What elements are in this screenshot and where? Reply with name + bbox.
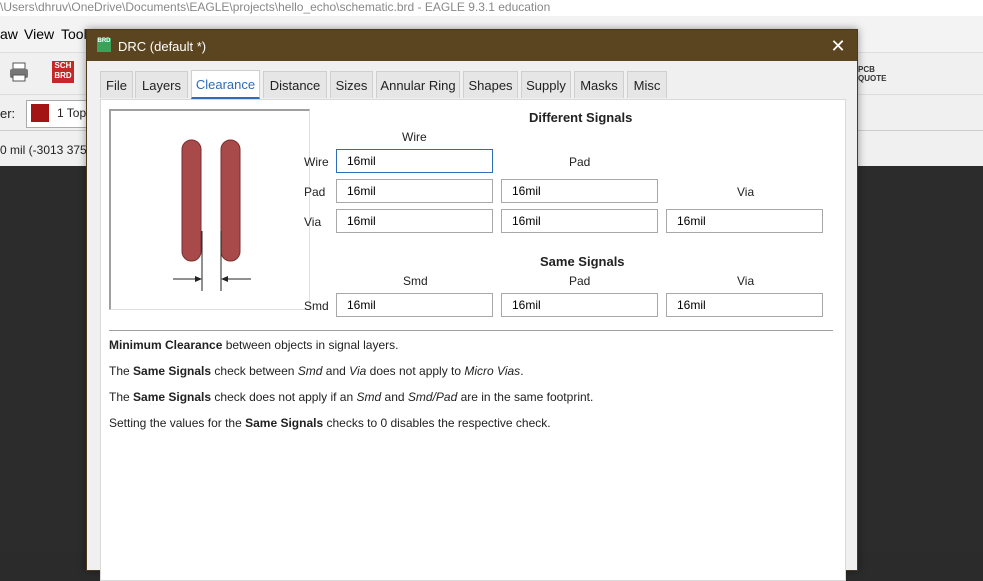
clearance-via-wire-input[interactable] — [336, 209, 493, 233]
coordinate-readout: 0 mil (-3013 375 — [0, 143, 87, 157]
tab-distance[interactable]: Distance — [263, 71, 327, 98]
col-header-wire: Wire — [402, 130, 427, 144]
menu-item-draw[interactable]: aw — [0, 26, 18, 42]
clearance-pad-pad-input[interactable] — [501, 179, 658, 203]
layer-label: er: — [0, 106, 16, 121]
same-signals-heading: Same Signals — [540, 254, 625, 269]
tab-file[interactable]: File — [100, 71, 133, 98]
tab-supply[interactable]: Supply — [521, 71, 571, 98]
clearance-pad-wire-input[interactable] — [336, 179, 493, 203]
layer-name: 1 Top — [57, 106, 87, 120]
tab-annular-ring[interactable]: Annular Ring — [376, 71, 460, 98]
col-header-via-same: Via — [737, 274, 755, 288]
pcb-quote-button[interactable]: PCB QUOTE — [858, 65, 898, 83]
clearance-via-via-input[interactable] — [666, 209, 823, 233]
row-label-via: Via — [304, 215, 322, 229]
col-header-pad: Pad — [569, 155, 591, 169]
sch-brd-switch-icon[interactable]: SCH BRD — [52, 61, 74, 83]
clearance-wire-wire-input[interactable] — [336, 149, 493, 173]
tab-misc[interactable]: Misc — [627, 71, 667, 98]
description-line-3: The Same Signals check does not apply if… — [109, 390, 594, 404]
clearance-panel: Different Signals Wire Wire Pad Pad Via … — [100, 99, 846, 581]
dialog-title-bar[interactable]: BRD DRC (default *) ✕ — [87, 30, 857, 61]
description-line-4: Setting the values for the Same Signals … — [109, 416, 551, 430]
clearance-same-pad-input[interactable] — [501, 293, 658, 317]
window-title: \Users\dhruv\OneDrive\Documents\EAGLE\pr… — [0, 0, 983, 16]
row-label-smd: Smd — [304, 299, 329, 313]
tab-clearance[interactable]: Clearance — [191, 70, 260, 99]
description-line-2: The Same Signals check between Smd and V… — [109, 364, 524, 378]
clearance-same-smd-input[interactable] — [336, 293, 493, 317]
col-header-smd: Smd — [403, 274, 428, 288]
menu-item-tools[interactable]: Tool — [61, 26, 87, 42]
tab-layers[interactable]: Layers — [135, 71, 188, 98]
layer-color-swatch — [31, 104, 49, 122]
brd-app-icon: BRD — [97, 38, 111, 52]
drc-dialog: BRD DRC (default *) ✕ File Layers Cleara… — [86, 29, 858, 581]
tab-shapes[interactable]: Shapes — [463, 71, 518, 98]
dialog-title: DRC (default *) — [118, 39, 207, 54]
col-header-pad-same: Pad — [569, 274, 591, 288]
different-signals-heading: Different Signals — [529, 110, 633, 125]
col-header-via: Via — [737, 185, 755, 199]
tab-masks[interactable]: Masks — [574, 71, 624, 98]
clearance-via-pad-input[interactable] — [501, 209, 658, 233]
clearance-preview-image — [109, 109, 310, 310]
menu-item-view[interactable]: View — [24, 26, 54, 42]
description-line-1: Minimum Clearance between objects in sig… — [109, 338, 399, 352]
separator — [109, 330, 833, 331]
print-icon[interactable] — [8, 61, 30, 83]
row-label-pad: Pad — [304, 185, 326, 199]
tab-sizes[interactable]: Sizes — [330, 71, 373, 98]
clearance-same-via-input[interactable] — [666, 293, 823, 317]
close-icon[interactable]: ✕ — [827, 35, 849, 57]
row-label-wire: Wire — [304, 155, 329, 169]
